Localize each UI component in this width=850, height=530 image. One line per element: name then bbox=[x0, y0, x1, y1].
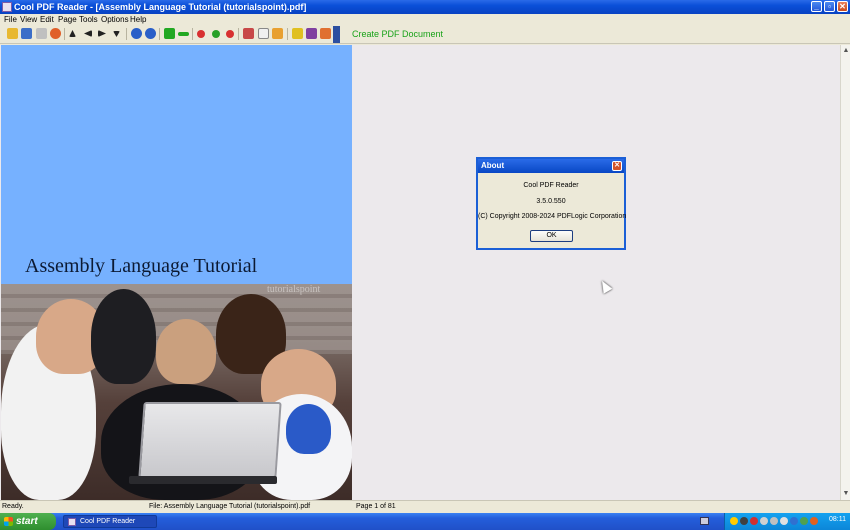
cover-photo: tutorialspoint bbox=[1, 284, 352, 500]
dialog-close-button[interactable]: ✕ bbox=[612, 161, 622, 171]
security-icon[interactable] bbox=[740, 517, 748, 525]
toolbar: Create PDF Document bbox=[0, 25, 850, 44]
speaker-icon[interactable] bbox=[780, 517, 788, 525]
status-ready: Ready. bbox=[2, 503, 24, 510]
menu-edit[interactable]: Edit bbox=[40, 14, 54, 25]
clock: 08:11 bbox=[829, 516, 846, 523]
maximize-button[interactable]: ▫ bbox=[824, 1, 835, 12]
version-text: 3.5.0.550 bbox=[536, 198, 566, 205]
menu-file[interactable]: File bbox=[4, 14, 17, 25]
status-bar: Ready. File: Assembly Language Tutorial … bbox=[0, 500, 850, 513]
close-button[interactable]: ✕ bbox=[837, 1, 848, 12]
menu-bar: File View Edit Page Tools Options Help bbox=[0, 14, 850, 25]
watermark: tutorialspoint bbox=[267, 284, 321, 295]
ok-button[interactable]: OK bbox=[530, 230, 573, 242]
edit-icon[interactable] bbox=[272, 28, 283, 39]
product-name: Cool PDF Reader bbox=[523, 182, 579, 189]
toolbar-separator bbox=[192, 28, 193, 40]
minimize-button[interactable]: _ bbox=[811, 1, 822, 12]
network-icon[interactable] bbox=[760, 517, 768, 525]
toolbar-separator bbox=[159, 28, 160, 40]
alert-icon[interactable] bbox=[810, 517, 818, 525]
tools-icon[interactable] bbox=[243, 28, 254, 39]
undo-icon[interactable] bbox=[131, 28, 142, 39]
shield-icon[interactable] bbox=[730, 517, 738, 525]
toolbar-separator bbox=[287, 28, 288, 40]
person-shape bbox=[156, 319, 216, 384]
start-label: start bbox=[16, 516, 38, 527]
redo-icon[interactable] bbox=[145, 28, 156, 39]
app-icon bbox=[68, 518, 76, 526]
zoom-out-icon[interactable] bbox=[178, 32, 189, 36]
app-icon bbox=[2, 2, 12, 12]
book-icon[interactable] bbox=[306, 28, 317, 39]
open-icon[interactable] bbox=[7, 28, 18, 39]
about-dialog: About ✕ Cool PDF Reader 3.5.0.550 (C) Co… bbox=[476, 157, 626, 250]
arrow-right-icon[interactable] bbox=[98, 30, 106, 37]
task-label: Cool PDF Reader bbox=[80, 518, 136, 525]
dialog-title: About bbox=[478, 159, 624, 173]
laptop-base bbox=[129, 476, 277, 484]
menu-tools[interactable]: Tools bbox=[79, 14, 98, 25]
stop-red2-icon[interactable] bbox=[226, 30, 234, 38]
info-icon[interactable] bbox=[50, 28, 61, 39]
toolbar-separator bbox=[126, 28, 127, 40]
image-icon[interactable] bbox=[320, 28, 331, 39]
person-shape bbox=[286, 404, 331, 454]
start-button[interactable]: start bbox=[0, 513, 56, 530]
zoom-in-icon[interactable] bbox=[164, 28, 175, 39]
window-title: Cool PDF Reader - [Assembly Language Tut… bbox=[14, 2, 307, 12]
taskbar-item-cool-pdf-reader[interactable]: Cool PDF Reader bbox=[63, 515, 157, 528]
antivirus-icon[interactable] bbox=[750, 517, 758, 525]
menu-view[interactable]: View bbox=[20, 14, 37, 25]
toolbar-separator bbox=[238, 28, 239, 40]
toolbar-separator bbox=[64, 28, 65, 40]
title-bar: Cool PDF Reader - [Assembly Language Tut… bbox=[0, 0, 850, 14]
arrow-left-icon[interactable] bbox=[84, 30, 92, 37]
scroll-down-icon[interactable]: ▼ bbox=[842, 490, 850, 498]
menu-help[interactable]: Help bbox=[130, 14, 146, 25]
display-icon[interactable] bbox=[770, 517, 778, 525]
document-view[interactable]: Assembly Language Tutorial tutorialspoin… bbox=[0, 45, 850, 500]
vertical-scrollbar[interactable]: ▲ ▼ bbox=[840, 45, 850, 500]
stop-red-icon[interactable] bbox=[197, 30, 205, 38]
menu-options[interactable]: Options bbox=[101, 14, 129, 25]
laptop-shape bbox=[138, 402, 282, 478]
save-icon[interactable] bbox=[21, 28, 32, 39]
arrow-down-icon[interactable] bbox=[113, 31, 120, 37]
shield-icon[interactable] bbox=[292, 28, 303, 39]
arrow-up-icon[interactable] bbox=[69, 30, 76, 37]
print-icon[interactable] bbox=[36, 28, 47, 39]
pdf-cover-title: Assembly Language Tutorial bbox=[25, 255, 258, 277]
scroll-up-icon[interactable]: ▲ bbox=[842, 47, 850, 55]
app-window: Cool PDF Reader - [Assembly Language Tut… bbox=[0, 0, 850, 530]
menu-page[interactable]: Page bbox=[58, 14, 77, 25]
create-pdf-button[interactable]: Create PDF Document bbox=[352, 29, 443, 40]
status-page: Page 1 of 81 bbox=[356, 503, 396, 510]
copy-icon[interactable] bbox=[258, 28, 269, 39]
taskbar: start Cool PDF Reader 08:11 bbox=[0, 513, 850, 530]
copyright-text: (C) Copyright 2008-2024 PDFLogic Corpora… bbox=[478, 213, 627, 220]
status-icon[interactable] bbox=[800, 517, 808, 525]
status-file: File: Assembly Language Tutorial (tutori… bbox=[149, 503, 311, 510]
system-tray: 08:11 bbox=[724, 513, 850, 530]
toolbar-grip[interactable] bbox=[333, 26, 340, 43]
update-icon[interactable] bbox=[790, 517, 798, 525]
person-shape bbox=[91, 289, 156, 384]
windows-flag-icon bbox=[4, 517, 13, 526]
pdf-page: Assembly Language Tutorial tutorialspoin… bbox=[1, 45, 352, 500]
stop-green-icon[interactable] bbox=[212, 30, 220, 38]
keyboard-icon[interactable] bbox=[700, 517, 709, 525]
